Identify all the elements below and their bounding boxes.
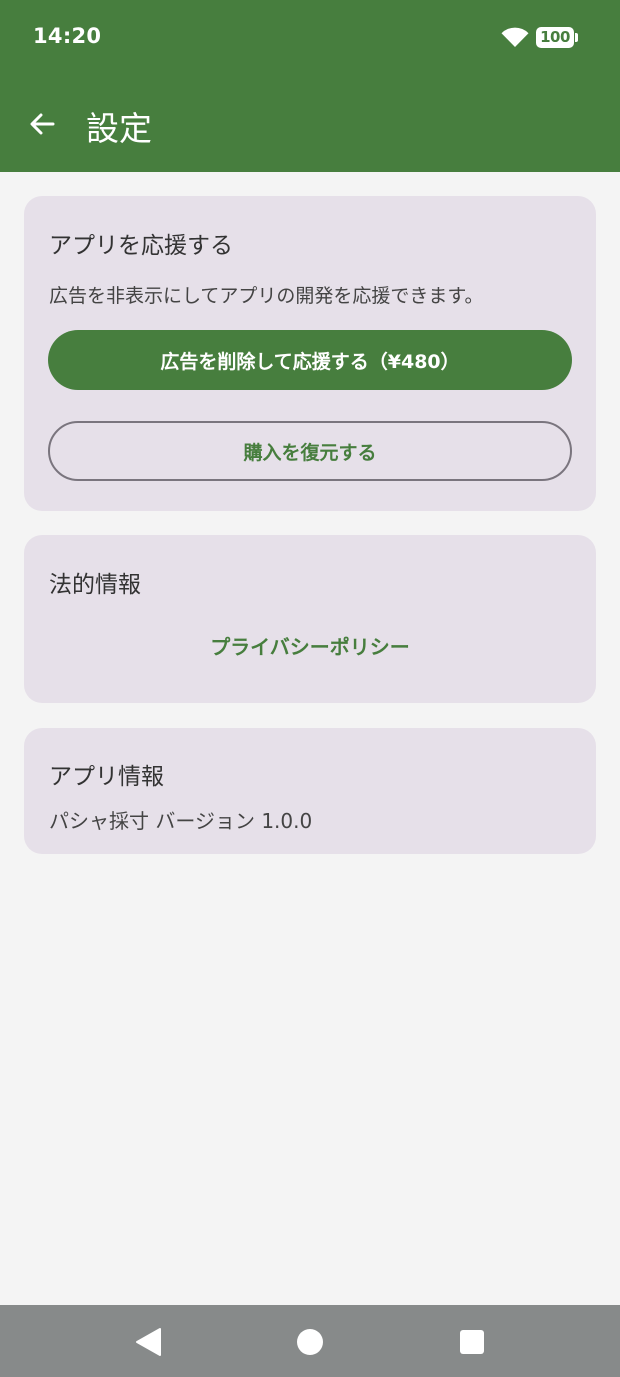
wifi-icon <box>501 27 529 47</box>
battery-tip <box>575 33 578 42</box>
support-card-title: アプリを応援する <box>49 233 233 259</box>
restore-purchase-button[interactable]: 購入を復元する <box>48 421 572 481</box>
app-bar: 設定 <box>0 76 620 172</box>
app-version-text: パシャ採寸 バージョン 1.0.0 <box>49 809 313 833</box>
app-info-card-title: アプリ情報 <box>49 764 164 790</box>
status-bar: 14:20 100 <box>0 0 620 76</box>
system-nav-bar <box>0 1305 620 1377</box>
back-button[interactable] <box>22 104 62 144</box>
battery-level: 100 <box>536 27 574 48</box>
app-info-card: アプリ情報 パシャ採寸 バージョン 1.0.0 <box>24 728 596 854</box>
status-time: 14:20 <box>33 24 102 48</box>
support-app-card: アプリを応援する 広告を非表示にしてアプリの開発を応援できます。 広告を削除して… <box>24 196 596 511</box>
legal-card-title: 法的情報 <box>49 572 141 598</box>
circle-home-icon[interactable] <box>295 1327 325 1357</box>
square-recents-icon[interactable] <box>457 1327 487 1357</box>
battery-indicator: 100 <box>536 27 578 48</box>
remove-ads-button[interactable]: 広告を削除して応援する（¥480） <box>48 330 572 390</box>
legal-info-card: 法的情報 プライバシーポリシー <box>24 535 596 703</box>
support-card-description: 広告を非表示にしてアプリの開発を応援できます。 <box>49 285 484 307</box>
page-title: 設定 <box>86 109 152 148</box>
arrow-back-icon <box>30 113 55 135</box>
triangle-back-icon[interactable] <box>134 1327 164 1357</box>
privacy-policy-button[interactable]: プライバシーポリシー <box>24 625 596 665</box>
